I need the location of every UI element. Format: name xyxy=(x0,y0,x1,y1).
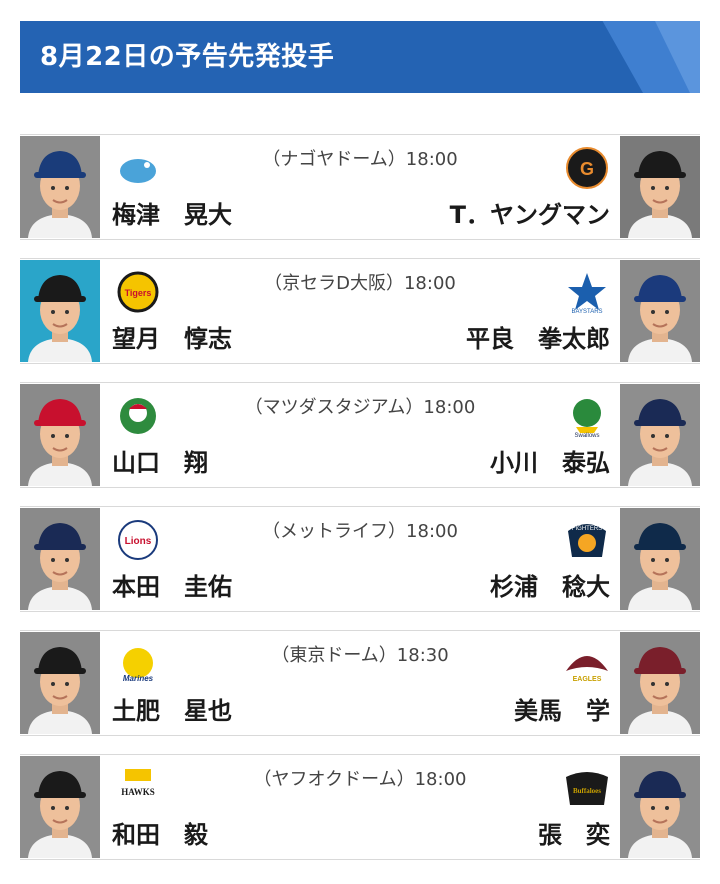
game-card[interactable]: Lions （メットライフ）18:00 本田 圭佑 杉浦 稔大 FIGHTERS xyxy=(20,506,700,612)
venue-time: （ヤフオクドーム）18:00 xyxy=(253,769,467,790)
home-pitcher-name: 梅津 晃大 xyxy=(112,201,232,229)
home-pitcher-name: 山口 翔 xyxy=(112,449,208,477)
eagles-logo: EAGLES xyxy=(564,641,610,687)
svg-text:Marines: Marines xyxy=(123,674,154,683)
away-pitcher-name: 小川 泰弘 xyxy=(490,449,610,477)
away-pitcher-name: 杉浦 稔大 xyxy=(490,573,610,601)
away-pitcher-photo xyxy=(620,632,700,734)
svg-text:Buffaloes: Buffaloes xyxy=(573,787,601,795)
game-card[interactable]: （ナゴヤドーム）18:00 梅津 晃大 T．ヤングマン G xyxy=(20,134,700,240)
venue-time: （京セラD大阪）18:00 xyxy=(264,273,456,294)
swallows-logo: Swallows xyxy=(564,393,610,439)
away-pitcher-name: 美馬 学 xyxy=(514,697,610,725)
home-pitcher-photo xyxy=(20,136,100,238)
game-card[interactable]: Tigers （京セラD大阪）18:00 望月 惇志 平良 拳太郎 BAYSTARS xyxy=(20,258,700,364)
home-pitcher-name: 和田 毅 xyxy=(112,821,208,849)
svg-text:Swallows: Swallows xyxy=(574,433,599,439)
away-pitcher-name: 張 奕 xyxy=(538,821,610,849)
svg-text:BAYSTARS: BAYSTARS xyxy=(571,309,602,315)
home-pitcher-photo xyxy=(20,508,100,610)
away-pitcher-photo xyxy=(620,384,700,486)
fighters-logo: FIGHTERS xyxy=(564,517,610,563)
game-card[interactable]: Marines （東京ドーム）18:30 土肥 星也 美馬 学 EAGLES xyxy=(20,630,700,736)
svg-text:G: G xyxy=(580,159,594,179)
venue-time: （ナゴヤドーム）18:00 xyxy=(262,149,458,170)
svg-text:FIGHTERS: FIGHTERS xyxy=(572,526,602,532)
home-pitcher-photo xyxy=(20,632,100,734)
home-pitcher-photo xyxy=(20,260,100,362)
away-pitcher-name: 平良 拳太郎 xyxy=(466,325,610,353)
away-pitcher-photo xyxy=(620,508,700,610)
away-pitcher-name: T．ヤングマン xyxy=(449,201,610,229)
venue-time: （マツダスタジアム）18:00 xyxy=(244,397,476,418)
venue-time: （メットライフ）18:00 xyxy=(262,521,458,542)
page-title: 8月22日の予告先発投手 xyxy=(40,42,335,72)
svg-text:EAGLES: EAGLES xyxy=(573,676,602,683)
page-header: 8月22日の予告先発投手 xyxy=(20,21,700,93)
away-pitcher-photo xyxy=(620,260,700,362)
home-pitcher-photo xyxy=(20,384,100,486)
away-pitcher-photo xyxy=(620,136,700,238)
game-card[interactable]: HAWKS （ヤフオクドーム）18:00 和田 毅張 奕 Buffaloes xyxy=(20,754,700,860)
home-pitcher-name: 望月 惇志 xyxy=(112,325,232,353)
venue-time: （東京ドーム）18:30 xyxy=(271,645,449,666)
buffaloes-logo: Buffaloes xyxy=(564,765,610,811)
baystars-logo: BAYSTARS xyxy=(564,269,610,315)
giants-logo: G xyxy=(564,145,610,191)
home-pitcher-name: 土肥 星也 xyxy=(112,697,232,725)
home-pitcher-photo xyxy=(20,756,100,858)
away-pitcher-photo xyxy=(620,756,700,858)
home-pitcher-name: 本田 圭佑 xyxy=(112,573,232,601)
game-card[interactable]: （マツダスタジアム）18:00 山口 翔 小川 泰弘 Swallows xyxy=(20,382,700,488)
